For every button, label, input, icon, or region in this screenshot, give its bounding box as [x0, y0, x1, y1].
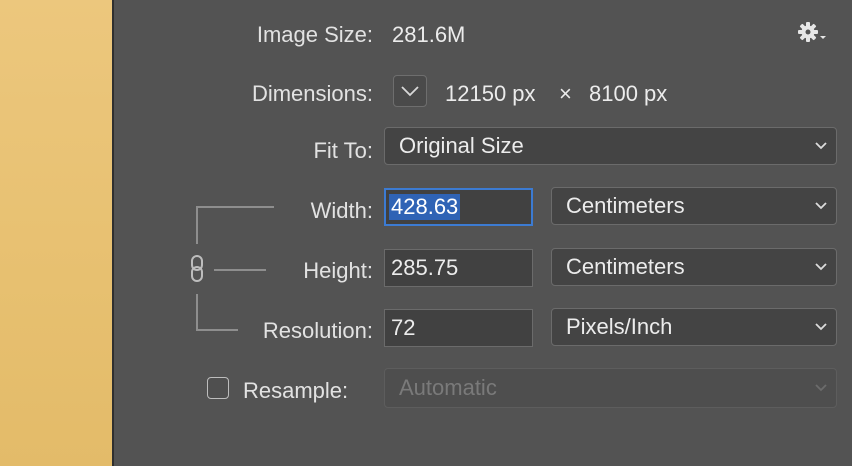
height-unit-select[interactable]: Centimeters: [551, 248, 837, 286]
fit-to-value: Original Size: [399, 133, 524, 158]
width-unit: Centimeters: [566, 193, 685, 218]
constrain-bracket-bottom: [196, 329, 238, 331]
constrain-bracket-upper: [196, 206, 198, 244]
image-size-value: 281.6M: [392, 22, 466, 47]
height-value: 285.75: [391, 255, 459, 280]
resample-checkbox[interactable]: [207, 377, 229, 399]
resample-label: Resample:: [243, 378, 349, 403]
dimensions-height: 8100 px: [589, 81, 668, 106]
resample-method-value: Automatic: [399, 375, 497, 400]
constrain-proportions-button[interactable]: [188, 254, 208, 284]
width-unit-select[interactable]: Centimeters: [551, 187, 837, 225]
chevron-down-icon: [815, 263, 827, 271]
width-input[interactable]: 428.63: [384, 188, 533, 226]
link-icon: [191, 255, 203, 282]
constrain-bracket-middle: [214, 269, 266, 271]
dimensions-width: 12150 px: [445, 81, 536, 106]
chevron-down-icon: [815, 142, 827, 150]
dimensions-dropdown-button[interactable]: [393, 75, 427, 107]
height-label: Height:: [303, 258, 373, 283]
dimensions-separator: ×: [559, 81, 572, 106]
width-label: Width:: [310, 198, 373, 223]
chevron-down-icon: [815, 202, 827, 210]
gear-icon: [798, 22, 826, 42]
settings-gear-button[interactable]: [796, 20, 830, 46]
resolution-label: Resolution:: [262, 318, 373, 343]
constrain-bracket-top: [196, 206, 274, 208]
height-input[interactable]: 285.75: [384, 249, 533, 287]
resolution-unit-select[interactable]: Pixels/Inch: [551, 308, 837, 346]
image-preview: [0, 0, 114, 466]
fit-to-select[interactable]: Original Size: [384, 127, 837, 165]
chevron-down-icon: [815, 323, 827, 331]
resolution-input[interactable]: 72: [384, 309, 533, 347]
chevron-down-icon: [401, 86, 419, 97]
image-size-label: Image Size:: [256, 22, 373, 47]
width-value: 428.63: [389, 194, 461, 220]
resolution-unit: Pixels/Inch: [566, 314, 673, 339]
constrain-bracket-lower: [196, 294, 198, 330]
resample-method-select[interactable]: Automatic: [384, 368, 837, 408]
fit-to-label: Fit To:: [313, 138, 373, 163]
dimensions-label: Dimensions:: [251, 81, 373, 106]
resolution-value: 72: [391, 315, 416, 340]
height-unit: Centimeters: [566, 254, 685, 279]
chevron-down-icon: [815, 384, 827, 392]
